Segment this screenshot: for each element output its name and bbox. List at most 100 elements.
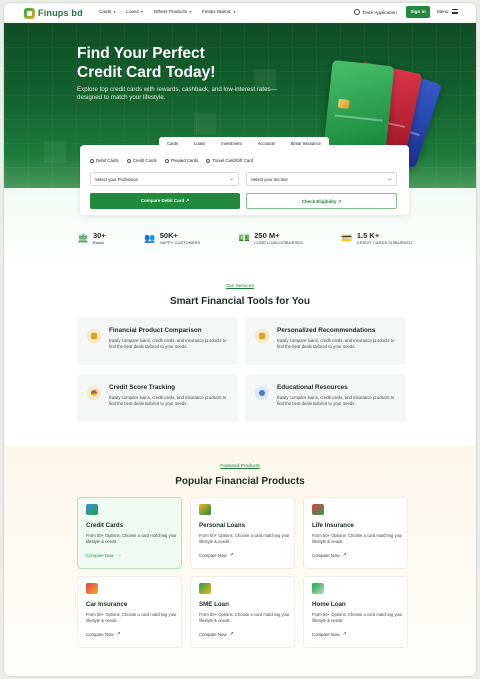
radio-prepaid-cards[interactable]: Prepaid Cards: [164, 158, 198, 163]
product-desc: From 50+ Options, Choose a card matching…: [199, 612, 290, 623]
tab-bima-insurance[interactable]: Bima/ Insurance: [291, 141, 321, 146]
product-title: Personal Loans: [199, 522, 246, 529]
product-card-sme-loan[interactable]: SME Loan From 50+ Options, Choose a card…: [190, 576, 295, 648]
nav-item-loans[interactable]: Loans ▾: [126, 9, 145, 14]
recommendation-icon: [255, 329, 269, 343]
check-eligibility-button[interactable]: Check Eligibility ↗: [246, 193, 397, 209]
services-title: Smart Financial Tools for You: [169, 296, 311, 307]
compare-now-link[interactable]: Compare Now ↗: [312, 631, 347, 638]
arrow-up-right-icon: ↗: [229, 631, 234, 637]
hero-decor-square: [44, 141, 66, 163]
sme-loan-icon: [199, 583, 211, 594]
logo[interactable]: Finups bd: [24, 7, 83, 19]
arrow-up-right-icon: ↗: [342, 631, 347, 637]
profession-select[interactable]: Select your Profession ⌄: [90, 172, 239, 186]
income-select-label: Select your Income: [251, 177, 288, 182]
green-card-image: [323, 60, 395, 154]
arrow-up-right-icon: ↗: [185, 198, 190, 203]
stats-row: 🏛 30+ Banks 👥 50K+ HAPPY CUSTOMERS 💵 250 M…: [77, 229, 412, 247]
service-desc: Easily compare loans, credit cards, and …: [277, 395, 395, 406]
service-desc: Easily compare loans, credit cards, and …: [109, 338, 227, 349]
compare-debit-card-button[interactable]: Compare Debit Card ↗: [90, 193, 240, 209]
product-card-personal-loans[interactable]: Personal Loans From 50+ Options, Choose …: [190, 497, 295, 569]
money-icon: 💵: [238, 233, 250, 243]
compare-now-link[interactable]: Compare Now ↗: [312, 552, 347, 559]
tab-cards[interactable]: Cards: [167, 141, 178, 146]
product-title: SME Loan: [199, 601, 229, 608]
product-card-life-insurance[interactable]: Life Insurance From 50+ Options, Choose …: [303, 497, 408, 569]
track-application-link[interactable]: Track Application: [354, 9, 397, 15]
stat-label: CORE LOAN DISBURSED: [254, 239, 303, 245]
users-icon: 👥: [144, 233, 156, 243]
service-card[interactable]: Credit Score Tracking Easily compare loa…: [77, 374, 238, 422]
nav-item-fintips[interactable]: Fintips Islamic ▾: [202, 9, 237, 14]
compare-now-link[interactable]: Compare Now ↗: [199, 552, 234, 559]
menu-label: Menu: [437, 9, 449, 14]
track-application-label: Track Application: [362, 9, 397, 15]
service-card[interactable]: Educational Resources Easily compare loa…: [245, 374, 406, 422]
stat-loans: 💵 250 M+ CORE LOAN DISBURSED: [238, 229, 303, 247]
menu-button[interactable]: Menu: [437, 9, 458, 14]
bank-icon: 🏛: [77, 233, 89, 243]
product-desc: From 50+ Options, Choose a card matching…: [86, 612, 177, 623]
service-title: Financial Product Comparison: [109, 327, 202, 334]
products-title: Popular Financial Products: [175, 476, 305, 487]
service-card[interactable]: Personalized Recommendations Easily comp…: [245, 317, 406, 365]
service-desc: Easily compare loans, credit cards, and …: [109, 395, 227, 406]
home-icon: [312, 583, 324, 594]
radio-circle-icon: [126, 158, 131, 163]
gauge-icon: [87, 386, 101, 400]
stat-banks: 🏛 30+ Banks: [77, 229, 105, 247]
tab-loans[interactable]: Loans: [194, 141, 205, 146]
personal-loan-icon: [199, 504, 211, 515]
card-type-radios: Debit Cards Credit Cards Prepaid Cards T…: [90, 158, 253, 163]
stat-label: Banks: [93, 239, 105, 245]
service-desc: Easily compare loans, credit cards, and …: [277, 338, 395, 349]
tab-investment[interactable]: Investment: [221, 141, 241, 146]
arrow-up-right-icon: ↗: [229, 552, 234, 558]
education-icon: [255, 386, 269, 400]
arrow-up-right-icon: ↗: [116, 631, 121, 637]
tab-accounts[interactable]: Accounts: [258, 141, 275, 146]
product-card-car-insurance[interactable]: Car Insurance From 50+ Options, Choose a…: [77, 576, 182, 648]
radio-debit-cards[interactable]: Debit Cards: [90, 158, 119, 163]
product-card-credit-cards[interactable]: Credit Cards From 50+ Options, Choose a …: [77, 497, 182, 569]
hamburger-icon: [451, 9, 458, 14]
product-desc: From 50+ Options, Choose a card matching…: [312, 533, 403, 544]
radio-credit-cards[interactable]: Credit Cards: [126, 158, 157, 163]
services-eyebrow[interactable]: Our Services: [4, 284, 476, 289]
arrow-up-right-icon: ↗: [342, 552, 347, 558]
radio-circle-icon: [206, 158, 211, 163]
car-icon: [86, 583, 98, 594]
radio-travel-gift-card[interactable]: Travel Card/Gift Card: [206, 158, 253, 163]
income-select[interactable]: Select your Income ⌄: [246, 172, 397, 186]
nav-item-cards[interactable]: Cards ▾: [99, 9, 117, 14]
radio-circle-icon: [90, 158, 94, 163]
service-card[interactable]: Financial Product Comparison Easily comp…: [77, 317, 238, 365]
compare-now-link[interactable]: Compare Now ↗: [199, 631, 234, 638]
hero-subtitle: Explore top credit cards with rewards, c…: [77, 86, 277, 101]
compare-now-link[interactable]: Compare Now →: [86, 553, 121, 559]
product-card-home-loan[interactable]: Home Loan From 50+ Options, Choose a car…: [303, 576, 408, 648]
nav-item-others[interactable]: Others Products ▾: [154, 9, 193, 14]
service-title: Educational Resources: [277, 384, 348, 391]
product-title: Credit Cards: [86, 522, 124, 529]
product-title: Life Insurance: [312, 522, 354, 529]
chevron-down-icon: ▾: [189, 8, 192, 14]
page-frame: Finups bd Cards ▾ Loans ▾ Others Products ▾…: [3, 2, 477, 677]
chevron-down-icon: ⌄: [387, 176, 392, 182]
chevron-down-icon: ▾: [233, 8, 236, 14]
product-title: Car Insurance: [86, 601, 128, 608]
product-tabs: Cards Loans Investment Accounts Bima/ In…: [159, 137, 329, 149]
products-eyebrow[interactable]: Featured Products: [4, 464, 476, 469]
globe-icon: [354, 9, 360, 15]
stat-label: HAPPY CUSTOMERS: [159, 239, 201, 245]
compare-now-link[interactable]: Compare Now ↗: [86, 631, 121, 638]
sign-in-button[interactable]: Sign in: [406, 6, 430, 18]
stat-cards: 💳 1.5 K+ CREDIT CARDS DISBURSED: [341, 229, 412, 247]
hero-title-line-2: Credit Card Today!: [77, 64, 216, 81]
hero-title-line-1: Find Your Perfect: [77, 45, 205, 62]
chevron-down-icon: ▾: [113, 8, 116, 14]
logo-text: Finups bd: [38, 8, 83, 18]
product-title: Home Loan: [312, 601, 346, 608]
